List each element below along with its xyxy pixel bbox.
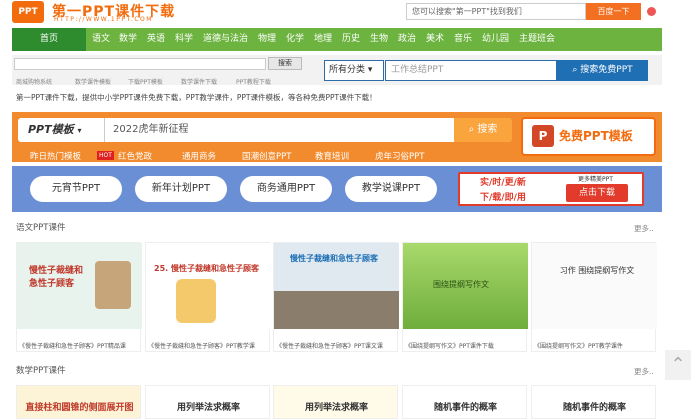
card-thumbnail: 慢性子裁缝和急性子顾客 [17, 243, 142, 329]
card[interactable]: 慢性子裁缝和急性子顾客 《慢性子裁缝和急性子顾客》PPT精品课 [16, 242, 142, 352]
card-thumbnail: 慢性子裁缝和急性子顾客 [274, 243, 399, 329]
ppt-type-select[interactable]: PPT模板 ▾ [18, 118, 104, 142]
search-icon: ⌕ [468, 124, 475, 135]
main-search-input[interactable]: 工作总结PPT [385, 60, 557, 81]
powerpoint-icon: P [532, 125, 554, 147]
promo-download-button[interactable]: 点击下载 [566, 184, 628, 202]
thumb-title: 用列举法求概率 [176, 403, 240, 413]
main-search-button[interactable]: ⌕ 搜索免费PPT [557, 60, 648, 81]
mini-search-button[interactable]: 搜索 [268, 57, 302, 70]
site-logo[interactable]: PPT [12, 1, 44, 23]
tag-pill[interactable]: 教学说课PPT [345, 176, 437, 202]
hot-badge: HOT [97, 151, 114, 160]
thumb-title: 随机事件的概率 [433, 403, 497, 413]
section-title: 语文PPT课件 [16, 223, 66, 233]
hot-item[interactable]: 红色党政 [118, 150, 152, 162]
nav-item[interactable]: 科学 [175, 28, 193, 51]
card-caption: 《慢性子裁缝和急性子顾客》PPT课文课 [276, 343, 383, 350]
ppt-type-label: PPT模板 [28, 123, 74, 136]
thumb-title: 习作 围绕提纲写作文 [559, 266, 635, 275]
ppt-search-button[interactable]: ⌕ 搜索 [454, 118, 512, 142]
nav-item[interactable]: 数学 [119, 28, 137, 51]
card[interactable]: 习作 围绕提纲写作文 《围绕提纲写作文》PPT教学课件 [531, 242, 657, 352]
category-select[interactable]: 所有分类 ▾ [324, 60, 384, 81]
header-search-button[interactable]: 百度一下 [586, 3, 641, 20]
card-caption: 《慢性子裁缝和急性子顾客》PPT教学课 [148, 343, 255, 350]
nav-item[interactable]: 英语 [147, 28, 165, 51]
mini-link[interactable]: 数学课件下载 [181, 77, 217, 86]
nav-item[interactable]: 音乐 [454, 28, 472, 51]
thumb-title: 用列举法求概率 [304, 403, 368, 413]
nav-item[interactable]: 生物 [370, 28, 388, 51]
card-caption: 《围绕提纲写作文》PPT课件下载 [405, 343, 494, 350]
more-link[interactable]: 更多.. [634, 223, 654, 234]
thumb-title: 慢性子裁缝和急性子顾客 [29, 266, 84, 289]
nav-item[interactable]: 美术 [426, 28, 444, 51]
card[interactable]: 25. 慢性子裁缝和急性子顾客 《慢性子裁缝和急性子顾客》PPT教学课 [145, 242, 271, 352]
hot-item[interactable]: 通用商务 [182, 150, 216, 162]
more-link[interactable]: 更多.. [634, 366, 654, 377]
close-icon[interactable] [647, 7, 656, 16]
nav-item[interactable]: 主题班会 [519, 28, 555, 51]
thumb-title: 25. 慢性子裁缝和急性子顾客 [154, 264, 259, 273]
site-url: HTTP://WWW.1PPT.COM [54, 16, 153, 23]
mini-search-input[interactable] [14, 58, 266, 70]
scroll-top-icon[interactable]: ⌃ [665, 350, 691, 380]
card[interactable]: 用列举法求概率 [145, 385, 270, 419]
category-label: 所有分类 [329, 65, 366, 75]
nav-home[interactable]: 首页 [12, 28, 86, 51]
card-thumbnail: 习作 围绕提纲写作文 [532, 243, 657, 329]
site-description: 第一PPT课件下载，提供中小学PPT课件免费下载，PPT教学课件，PPT课件模板… [16, 93, 377, 102]
chevron-down-icon: ▾ [77, 126, 82, 135]
nav-item[interactable]: 化学 [286, 28, 304, 51]
thumb-title: 随机事件的概率 [562, 403, 626, 413]
card[interactable]: 随机事件的概率 [402, 385, 527, 419]
tag-pill[interactable]: 商务通用PPT [240, 176, 332, 202]
tag-pill[interactable]: 元宵节PPT [30, 176, 122, 202]
main-search-button-label: 搜索免费PPT [580, 65, 633, 75]
mini-link[interactable]: 下载PPT模板 [128, 77, 163, 86]
ppt-search-label: 搜索 [477, 124, 498, 135]
hot-item[interactable]: 教育培训 [315, 150, 349, 162]
card-thumbnail: 25. 慢性子裁缝和急性子顾客 [146, 243, 271, 329]
card[interactable]: 直接柱和圆锥的侧面展开图 [16, 385, 141, 419]
card[interactable]: 用列举法求概率 [273, 385, 398, 419]
thumb-title: 慢性子裁缝和急性子顾客 [290, 254, 378, 263]
nav-item[interactable]: 地理 [314, 28, 332, 51]
thumb-title: 直接柱和圆锥的侧面展开图 [25, 403, 134, 413]
nav-item[interactable]: 道德与法治 [203, 28, 248, 51]
nav-item[interactable]: 物理 [258, 28, 276, 51]
card-caption: 《慢性子裁缝和急性子顾客》PPT精品课 [19, 343, 126, 350]
chevron-down-icon: ▾ [367, 65, 373, 75]
card-thumbnail: 围绕提纲写作文 [403, 243, 528, 329]
mini-link[interactable]: 数学课件模板 [75, 77, 111, 86]
promo-line: 下/载/即/用 [480, 193, 526, 203]
card-caption: 《围绕提纲写作文》PPT教学课件 [534, 343, 623, 350]
tag-pill[interactable]: 新年计划PPT [135, 176, 227, 202]
mini-link[interactable]: 商城购物系统 [16, 77, 52, 86]
card[interactable]: 慢性子裁缝和急性子顾客 《慢性子裁缝和急性子顾客》PPT课文课 [273, 242, 399, 352]
promo-small: 更多精美PPT [578, 176, 613, 183]
section-title: 数学PPT课件 [16, 366, 66, 376]
hot-item[interactable]: 国潮创意PPT [242, 150, 291, 162]
nav-item[interactable]: 幼儿园 [482, 28, 509, 51]
nav-item[interactable]: 历史 [342, 28, 360, 51]
thumb-title: 围绕提纲写作文 [433, 280, 489, 289]
card[interactable]: 随机事件的概率 [531, 385, 656, 419]
hot-item[interactable]: 虎年习俗PPT [375, 150, 424, 162]
ppt-search-input[interactable]: 2022虎年新征程 [104, 118, 454, 142]
nav-item[interactable]: 语文 [92, 28, 110, 51]
mini-link[interactable]: PPT教程下载 [236, 77, 271, 86]
header-search-input[interactable]: 您可以搜索"第一PPT"找到我们 [406, 3, 586, 20]
promo-line: 实/时/更/新 [480, 178, 526, 188]
hot-label: 昨日热门模板 [30, 152, 82, 162]
nav-item[interactable]: 政治 [398, 28, 416, 51]
card[interactable]: 围绕提纲写作文 《围绕提纲写作文》PPT课件下载 [402, 242, 528, 352]
search-icon: ⌕ [572, 65, 578, 75]
